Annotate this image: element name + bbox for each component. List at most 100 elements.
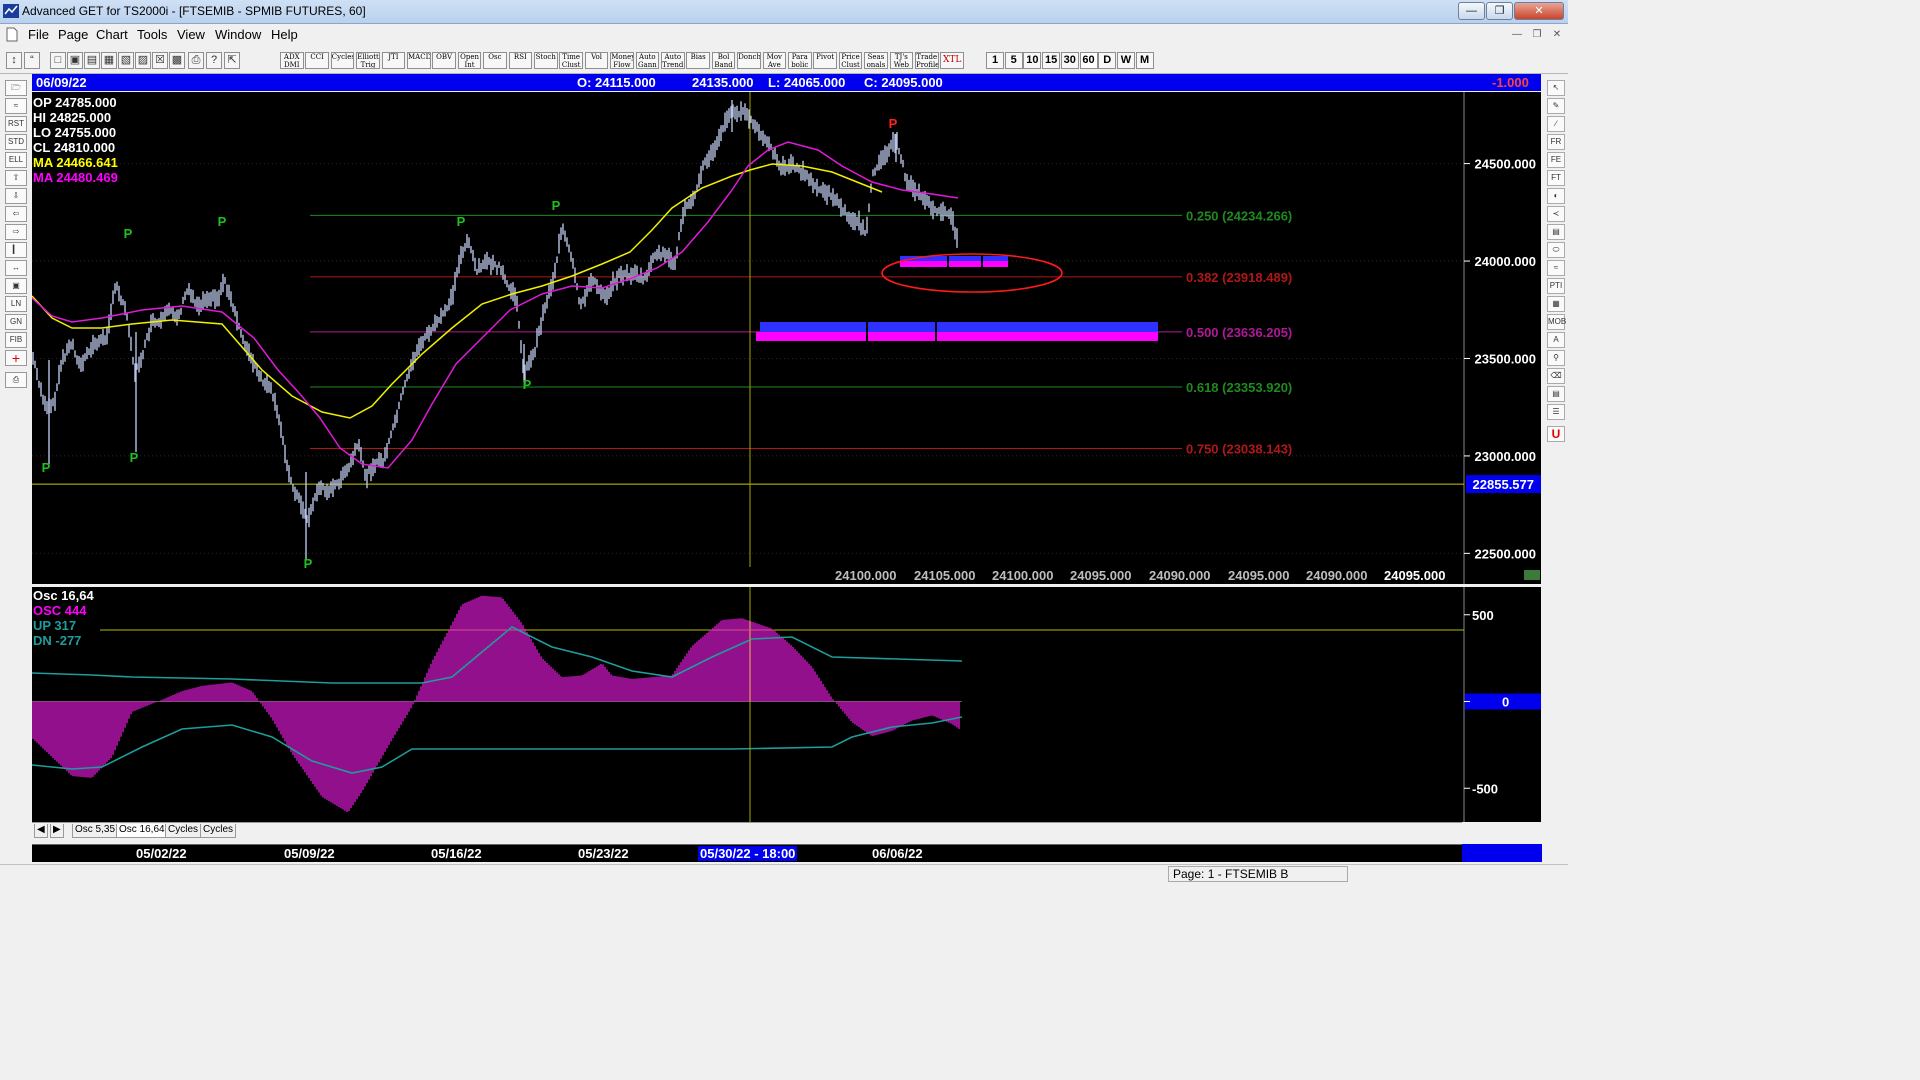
elliott-icon[interactable]: ELL	[5, 152, 27, 168]
delete-icon[interactable]: ☒	[152, 52, 168, 69]
oscillator-chart-svg[interactable]: 500 0 -500	[32, 587, 1541, 822]
study-button-donch[interactable]: Donch	[737, 52, 761, 69]
fib-ext-icon[interactable]: FE	[1547, 152, 1565, 168]
timeframe-button-15[interactable]: 15	[1042, 52, 1061, 69]
pivot-marker[interactable]: P	[457, 214, 466, 229]
pivot-marker[interactable]: P	[218, 214, 227, 229]
study-button-elliott-trig[interactable]: Elliott Trig	[356, 52, 380, 69]
fib-time-icon[interactable]: FT	[1547, 170, 1565, 186]
tab-cycles-1[interactable]: Cycles	[165, 824, 202, 838]
quote-icon[interactable]: “	[24, 52, 40, 69]
pivot-marker[interactable]: P	[889, 116, 898, 131]
menu-view[interactable]: View	[177, 27, 205, 42]
pivot-marker[interactable]: P	[124, 226, 133, 241]
study-button-vol[interactable]: Vol	[584, 52, 609, 69]
reset-icon[interactable]: RST	[5, 116, 27, 132]
tab-scroll-right[interactable]: ▶	[50, 824, 64, 838]
menu-tools[interactable]: Tools	[137, 27, 167, 42]
menu-page[interactable]: Page	[58, 27, 88, 42]
fan-icon[interactable]: ≺	[1547, 206, 1565, 222]
arc-icon[interactable]: ◐	[1547, 188, 1565, 204]
pivot-marker[interactable]: P	[42, 460, 51, 475]
study-button-cycles[interactable]: Cycles	[330, 52, 355, 69]
list-icon[interactable]: ☰	[1547, 404, 1565, 420]
timeframe-button-m[interactable]: M	[1135, 52, 1154, 69]
study-button-cci[interactable]: CCI	[305, 52, 329, 69]
text-icon[interactable]: A	[1547, 332, 1565, 348]
menu-file[interactable]: File	[28, 27, 49, 42]
pivot-marker[interactable]: P	[523, 377, 532, 392]
arrow-left-icon[interactable]: ⇦	[5, 206, 27, 222]
study-button-bol-band[interactable]: Bol Band	[711, 52, 736, 69]
pivot-marker[interactable]: P	[552, 198, 561, 213]
table-icon[interactable]: ▦	[1547, 296, 1565, 312]
timeframe-button-60[interactable]: 60	[1079, 52, 1098, 69]
new-chart-icon[interactable]: □	[50, 52, 66, 69]
crosshair-icon[interactable]: +	[5, 350, 27, 366]
study-button-time-clust[interactable]: Time Clust	[559, 52, 583, 69]
mob-icon[interactable]: MOB	[1547, 314, 1566, 330]
cursor-icon[interactable]: ↖	[1547, 80, 1565, 96]
print-icon[interactable]: ⎙	[188, 52, 204, 69]
tab-osc-5-35[interactable]: Osc 5,35	[72, 824, 119, 838]
save-icon[interactable]: ▤	[84, 52, 100, 69]
study-button-macd[interactable]: MACD	[407, 52, 431, 69]
study-button-auto-trend[interactable]: Auto Trend	[661, 52, 685, 69]
gann-icon[interactable]: GN	[5, 314, 27, 330]
study-button-bias[interactable]: Bias	[686, 52, 710, 69]
timeframe-button-w[interactable]: W	[1116, 52, 1135, 69]
fib-ret-icon[interactable]: FR	[1547, 134, 1565, 150]
tab-osc-16-64[interactable]: Osc 16,64	[116, 824, 168, 838]
channel-icon[interactable]: ▤	[1547, 224, 1565, 240]
ellipse-icon[interactable]: ⬭	[1547, 242, 1565, 258]
cascade-icon[interactable]: ▧	[118, 52, 134, 69]
timeframe-button-d[interactable]: D	[1098, 52, 1117, 69]
study-button-tj-s-web[interactable]: TJ's Web	[889, 52, 914, 69]
study-button-auto-gann[interactable]: Auto Gann	[635, 52, 660, 69]
study-button-adx-dmi[interactable]: ADX DMI	[280, 52, 304, 69]
help-icon[interactable]: ?	[206, 52, 222, 69]
chart-corner-icon[interactable]	[1524, 570, 1540, 580]
zigzag-icon[interactable]: ≈	[5, 98, 27, 114]
study-button-para-bolic[interactable]: Para bolic	[788, 52, 812, 69]
arrow-up-icon[interactable]: ⇧	[5, 170, 27, 186]
grid-icon[interactable]: ▩	[169, 52, 185, 69]
study-button-obv[interactable]: OBV	[432, 52, 456, 69]
osc-histogram[interactable]	[32, 595, 960, 812]
regression-icon[interactable]: ≈	[1547, 260, 1565, 276]
study-button-jti[interactable]: JTI	[381, 52, 406, 69]
magnet-icon[interactable]: U	[1547, 426, 1565, 442]
fib-icon[interactable]: FIB	[5, 332, 27, 348]
timeframe-button-30[interactable]: 30	[1060, 52, 1079, 69]
ma-yellow-line[interactable]	[32, 163, 883, 419]
tab-cycles-2[interactable]: Cycles	[200, 824, 237, 838]
arrow-right-icon[interactable]: ⇨	[5, 224, 27, 240]
study-button-open-int[interactable]: Open Int	[457, 52, 482, 69]
timeframe-button-5[interactable]: 5	[1004, 52, 1023, 69]
study-button-osc[interactable]: Osc	[483, 52, 507, 69]
oscillator-chart[interactable]: 500 0 -500 Osc 16,64 OSC 444 UP 317 DN -27…	[32, 587, 1541, 822]
mdi-restore-icon[interactable]: ❐	[1528, 27, 1546, 43]
pin-icon[interactable]: ↕	[6, 52, 22, 69]
study-button-pivot[interactable]: Pivot	[813, 52, 837, 69]
study-button-xtl[interactable]: XTL	[940, 52, 964, 69]
eraser-icon[interactable]: ⌫	[1547, 368, 1565, 384]
arrow-down-icon[interactable]: ⇩	[5, 188, 27, 204]
projection-zones[interactable]	[756, 256, 1158, 341]
context-help-icon[interactable]: ⇱	[224, 52, 240, 69]
folder-icon[interactable]: 🗁	[5, 80, 27, 96]
arrange-icon[interactable]: ▨	[135, 52, 151, 69]
study-button-rsi[interactable]: RSI	[508, 52, 533, 69]
minimize-button[interactable]: —	[1458, 2, 1485, 20]
menu-chart[interactable]: Chart	[96, 27, 128, 42]
pivot-marker[interactable]: P	[304, 556, 313, 571]
price-chart[interactable]: 24500.000 24000.000 23500.000 23000.000 2250…	[32, 92, 1541, 584]
study-button-money-flow[interactable]: Money Flow	[610, 52, 634, 69]
mdi-close-icon[interactable]: ✕	[1548, 27, 1566, 43]
bars-icon[interactable]: ▎	[5, 242, 27, 258]
zoom-icon[interactable]: ⚲	[1547, 350, 1565, 366]
print-chart-icon[interactable]: ⎙	[5, 372, 27, 388]
tile-icon[interactable]: ▦	[101, 52, 117, 69]
close-button[interactable]: ✕	[1514, 2, 1564, 20]
pencil-icon[interactable]: ✎	[1547, 98, 1565, 114]
